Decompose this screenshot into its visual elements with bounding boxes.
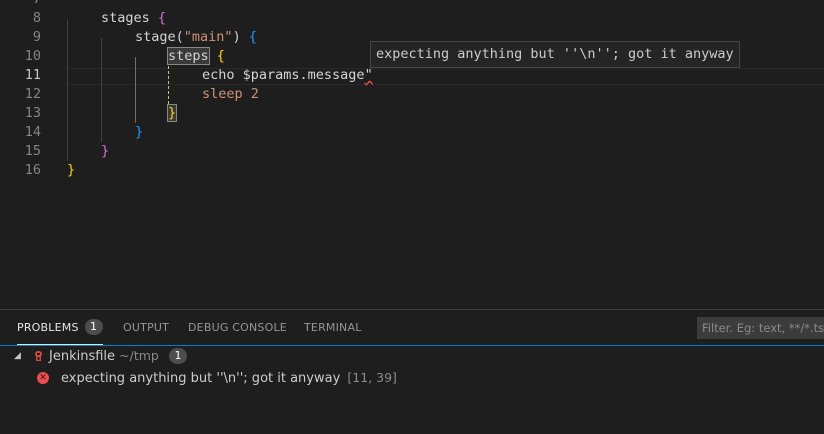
tab-terminal[interactable]: TERMINAL xyxy=(304,310,362,345)
code-editor[interactable]: 7 8 stages { 9 stage("main") { 10 steps … xyxy=(0,0,824,309)
line-number: 13 xyxy=(24,105,41,121)
chevron-down-icon[interactable]: ◢ xyxy=(14,345,21,367)
problems-count-badge: 1 xyxy=(84,319,103,335)
code-line: 8 stages { xyxy=(0,9,824,28)
file-path: ~/tmp xyxy=(119,348,159,363)
panel-tab-bar: PROBLEMS 1 OUTPUT DEBUG CONSOLE TERMINAL xyxy=(0,310,824,345)
code-line: 11 echo $params.message" xyxy=(0,66,824,85)
bracket: } xyxy=(67,162,76,178)
hover-tooltip: expecting anything but ''\n''; got it an… xyxy=(370,41,740,68)
code-token: stages xyxy=(101,10,150,26)
code-line: 15 } xyxy=(0,142,824,161)
bracket: } xyxy=(166,104,178,122)
tab-output[interactable]: OUTPUT xyxy=(123,310,169,345)
tab-label: PROBLEMS xyxy=(17,321,79,334)
code-token: stage( xyxy=(135,29,184,45)
number-token: 2 xyxy=(250,86,259,102)
line-number: 9 xyxy=(32,29,41,45)
code-token: steps xyxy=(167,47,210,65)
error-squiggle[interactable]: " xyxy=(365,67,373,83)
line-number: 12 xyxy=(24,86,41,102)
bottom-panel: PROBLEMS 1 OUTPUT DEBUG CONSOLE TERMINAL … xyxy=(0,309,824,434)
file-problem-count: 1 xyxy=(169,347,188,364)
bracket: { xyxy=(248,29,257,45)
tab-debug-console[interactable]: DEBUG CONSOLE xyxy=(188,310,287,345)
bracket: } xyxy=(101,143,110,159)
code-line: 16 } xyxy=(0,161,824,180)
bracket: } xyxy=(135,124,144,140)
string-token: "main" xyxy=(183,29,233,45)
line-number: 7 xyxy=(0,0,41,9)
line-number: 10 xyxy=(24,48,41,64)
error-icon: ✕ xyxy=(37,372,49,384)
bracket: { xyxy=(157,10,167,26)
problem-entry: expecting anything but ''\n''; got it an… xyxy=(61,367,397,390)
problem-message: expecting anything but ''\n''; got it an… xyxy=(61,371,341,386)
problem-location: [11, 39] xyxy=(347,370,397,385)
line-number: 14 xyxy=(24,124,41,140)
problems-filter-input[interactable] xyxy=(697,317,824,339)
code-line: 14 } xyxy=(0,123,824,142)
file-name: Jenkinsfile xyxy=(49,349,116,364)
code-token: echo $params.message xyxy=(202,67,365,83)
line-number: 8 xyxy=(32,10,41,26)
code-line: 13 } xyxy=(0,104,824,123)
code-line: 12 sleep 2 xyxy=(0,85,824,104)
problems-file-row[interactable]: ◢ Jenkinsfile ~/tmp 1 xyxy=(0,345,824,367)
code-token: sleep xyxy=(202,86,243,102)
line-number: 16 xyxy=(24,162,41,178)
code-token: ) xyxy=(232,29,241,45)
line-number: 15 xyxy=(24,143,41,159)
tab-problems[interactable]: PROBLEMS 1 xyxy=(17,310,103,345)
bracket: { xyxy=(216,48,225,64)
problem-item[interactable]: ✕ expecting anything but ''\n''; got it … xyxy=(0,367,824,389)
problems-file-entry: Jenkinsfile ~/tmp 1 xyxy=(49,345,188,368)
jenkins-file-icon xyxy=(35,351,42,361)
line-number: 11 xyxy=(24,67,41,83)
code-line: 7 xyxy=(0,0,824,9)
